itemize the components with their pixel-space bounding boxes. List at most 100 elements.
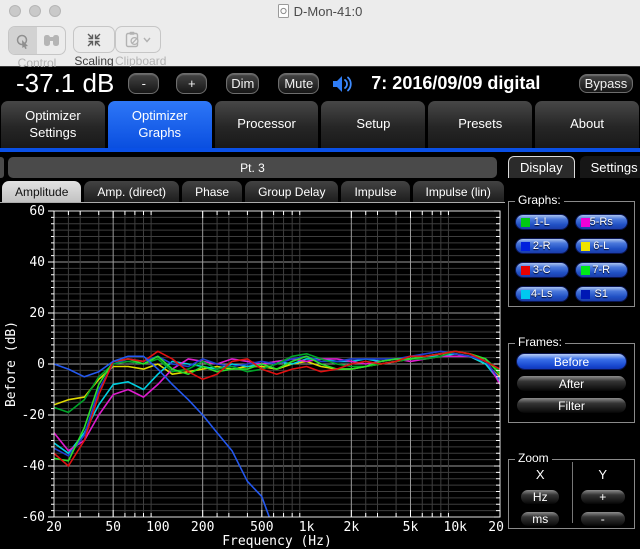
frequency-response-chart: 6040200-20-40-6020 50 100 200 500 1k 2k 5k 10k 20… — [4, 204, 505, 549]
volume-down-button[interactable]: - — [128, 73, 160, 94]
window-title: D-Mon-41:0 — [293, 3, 363, 19]
tab-presets[interactable]: Presets — [428, 101, 533, 148]
frame-button-after[interactable]: After — [516, 375, 627, 392]
bypass-button[interactable]: Bypass — [579, 74, 633, 93]
svg-text:20: 20 — [29, 306, 45, 321]
graph-tab-amplitude[interactable]: Amplitude — [2, 181, 82, 202]
graph-channel-button-6-l[interactable]: 6-L — [574, 238, 628, 254]
graph-tab-amp-direct[interactable]: Amp. (direct) — [84, 181, 180, 202]
scaling-group: Scaling — [73, 26, 115, 68]
chevron-down-icon — [143, 37, 151, 43]
channel-color-chip — [580, 290, 590, 299]
clipboard-group: Clipboard — [115, 26, 166, 68]
frame-button-filter[interactable]: Filter — [516, 397, 627, 414]
svg-text:500: 500 — [250, 520, 273, 535]
zoom-x-label: X — [535, 467, 545, 482]
svg-text:20: 20 — [46, 520, 62, 535]
level-bar: -37.1 dB - + Dim Mute 7: 2016/09/09 digi… — [0, 67, 640, 100]
scaling-button[interactable] — [73, 26, 115, 53]
zoom-section: Zoom X Hz ms Y + - — [508, 451, 635, 529]
svg-text:0: 0 — [37, 357, 45, 372]
svg-text:Before (dB): Before (dB) — [4, 321, 19, 407]
dim-button[interactable]: Dim — [226, 73, 260, 94]
tab-optimizer-graphs[interactable]: Optimizer Graphs — [107, 101, 212, 148]
svg-text:2k: 2k — [344, 520, 360, 535]
titlebar: D-Mon-41:0 — [0, 0, 640, 22]
tab-optimizer-settings[interactable]: Optimizer Settings — [1, 101, 105, 148]
zoom-y-minus-button[interactable]: - — [579, 511, 626, 527]
graph-channel-button-5-rs[interactable]: 5-Rs — [574, 214, 628, 230]
pointer-target-icon — [16, 34, 28, 49]
channel-color-chip — [521, 242, 530, 251]
graphs-section: Graphs: 1-L 5-Rs 2-R 6-L 3-C 7-R 4-Ls S1 — [508, 193, 635, 307]
channel-color-chip — [580, 266, 590, 275]
clipboard-icon — [125, 31, 139, 48]
zoom-x-hz-button[interactable]: Hz — [520, 489, 561, 505]
preset-name: 7: 2016/09/09 digital — [371, 73, 541, 93]
active-tab-underline — [0, 148, 640, 152]
volume-up-button[interactable]: + — [176, 73, 208, 94]
frames-legend: Frames: — [515, 335, 566, 349]
zoom-divider — [571, 462, 573, 523]
graph-channel-button-4-ls[interactable]: 4-Ls — [515, 286, 569, 302]
panel-tab-display[interactable]: Display — [508, 156, 575, 178]
panel-tab-settings[interactable]: Settings — [579, 156, 640, 178]
graph-tab-group-delay[interactable]: Group Delay — [245, 181, 339, 202]
svg-text:100: 100 — [146, 520, 169, 535]
channel-color-chip — [521, 290, 530, 299]
svg-text:Frequency (Hz): Frequency (Hz) — [222, 534, 332, 549]
svg-text:60: 60 — [29, 204, 45, 219]
svg-text:1k: 1k — [299, 520, 315, 535]
svg-text:-60: -60 — [22, 510, 45, 525]
mute-button[interactable]: Mute — [278, 73, 320, 94]
panel-tabs: Display Settings — [508, 156, 640, 178]
measurement-point-header[interactable]: Pt. 3 — [8, 157, 497, 178]
channel-color-chip — [580, 218, 590, 227]
control-group: Control — [8, 26, 66, 70]
control-pointer-button[interactable] — [9, 27, 37, 54]
curve-7-r — [54, 350, 500, 462]
channel-color-chip — [580, 242, 590, 251]
scaling-label: Scaling — [74, 54, 114, 68]
clipboard-button[interactable] — [115, 26, 161, 53]
svg-text:200: 200 — [191, 520, 214, 535]
tab-processor[interactable]: Processor — [214, 101, 319, 148]
collapse-arrows-icon — [87, 33, 101, 46]
app-window: D-Mon-41:0 Control Scaling Clipboard -37… — [0, 0, 640, 549]
graph-channel-button-2-r[interactable]: 2-R — [515, 238, 569, 254]
zoom-y-plus-button[interactable]: + — [579, 489, 626, 505]
graph-channel-button-3-c[interactable]: 3-C — [515, 262, 569, 278]
master-level-value: -37.1 dB — [16, 68, 115, 98]
binoculars-icon — [43, 35, 59, 46]
frames-section: Frames: Before After Filter — [508, 335, 635, 423]
tab-setup[interactable]: Setup — [321, 101, 426, 148]
zoom-x-ms-button[interactable]: ms — [520, 511, 561, 527]
graph-tab-impulse-lin[interactable]: Impulse (lin) — [412, 181, 504, 202]
control-binoculars-button[interactable] — [37, 27, 65, 54]
graph-channel-button-7-r[interactable]: 7-R — [574, 262, 628, 278]
svg-text:-40: -40 — [22, 459, 45, 474]
channel-color-chip — [521, 266, 530, 275]
graphs-legend: Graphs: — [515, 193, 564, 207]
speaker-icon[interactable] — [331, 74, 355, 94]
svg-text:50: 50 — [105, 520, 121, 535]
svg-text:-20: -20 — [22, 408, 45, 423]
svg-text:40: 40 — [29, 255, 45, 270]
svg-text:20k: 20k — [488, 520, 505, 535]
zoom-y-label: Y — [598, 467, 608, 482]
window-title-area: D-Mon-41:0 — [0, 0, 640, 22]
point-bar-fragment — [0, 157, 4, 178]
graph-tab-phase[interactable]: Phase — [182, 181, 243, 202]
document-icon — [277, 4, 289, 18]
graph-type-tabs: Amplitude Amp. (direct) Phase Group Delay Im… — [2, 181, 504, 202]
clipboard-label: Clipboard — [115, 54, 167, 68]
frame-button-before[interactable]: Before — [516, 353, 627, 370]
graph-channel-button-1-l[interactable]: 1-L — [515, 214, 569, 230]
graph-tab-impulse[interactable]: Impulse — [341, 181, 410, 202]
tab-about[interactable]: About — [535, 101, 639, 148]
main-tabs: Optimizer Settings Optimizer Graphs Proces… — [0, 101, 640, 148]
graph-channel-button-s1[interactable]: S1 — [574, 286, 628, 302]
svg-text:5k: 5k — [403, 520, 419, 535]
channel-color-chip — [521, 218, 530, 227]
svg-text:10k: 10k — [444, 520, 468, 535]
